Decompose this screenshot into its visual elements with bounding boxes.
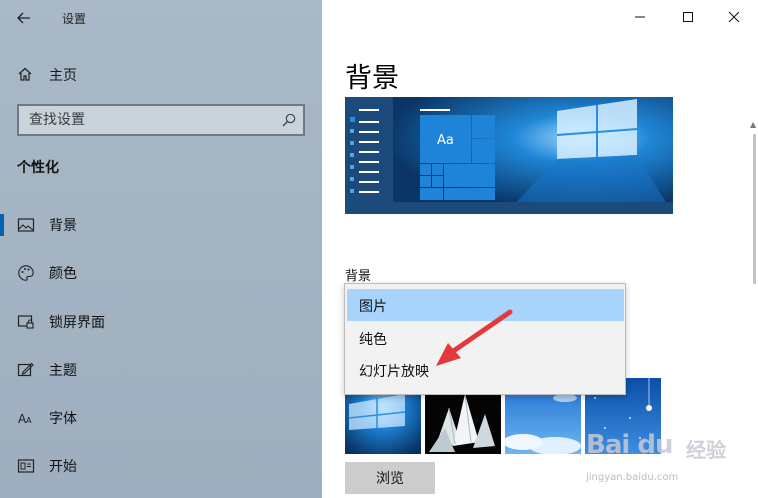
scroll-up-icon[interactable]: ▲	[750, 120, 756, 129]
watermark-brand: Bai du	[586, 430, 673, 460]
active-indicator	[0, 214, 4, 236]
search-input[interactable]	[19, 106, 303, 134]
baidu-watermark: Bai du 经验 jingyan.baidu.com	[580, 418, 750, 496]
home-label: 主页	[49, 68, 77, 84]
browse-button[interactable]: 浏览	[345, 462, 435, 494]
dropdown-option-label: 图片	[359, 299, 387, 315]
preview-tile-text: Aa	[437, 133, 454, 148]
close-button[interactable]	[712, 0, 756, 34]
watermark-brand-cn: 经验	[686, 438, 726, 462]
sidebar-item-themes[interactable]: 主题	[0, 349, 322, 389]
scroll-thumb[interactable]	[753, 134, 756, 284]
home-icon	[17, 66, 33, 86]
sidebar-item-lock-screen[interactable]: 锁屏界面	[0, 301, 322, 341]
sidebar: 设置 主页 个性化 背景 颜色 锁屏界面 主题	[0, 0, 322, 498]
sidebar-item-label: 背景	[49, 218, 77, 234]
sidebar-item-background[interactable]: 背景	[0, 204, 322, 244]
section-title: 个性化	[17, 160, 59, 176]
sidebar-item-label: 主题	[49, 363, 77, 379]
background-type-dropdown[interactable]: 图片 纯色 幻灯片放映	[344, 283, 626, 395]
home-nav-item[interactable]: 主页	[0, 58, 322, 90]
back-arrow-icon	[17, 12, 30, 24]
close-icon	[728, 11, 740, 23]
picture-icon	[17, 216, 35, 234]
start-icon	[17, 457, 35, 475]
scrollbar[interactable]: ▲	[750, 120, 758, 492]
minimize-icon	[635, 16, 645, 18]
desktop-preview: Aa	[345, 97, 673, 214]
background-type-label: 背景	[345, 269, 372, 284]
dropdown-option-label: 幻灯片放映	[359, 364, 429, 380]
preview-illustration	[345, 97, 673, 214]
title-bar: 设置	[0, 0, 322, 36]
dropdown-option-solid-color[interactable]: 纯色	[347, 322, 624, 354]
search-box[interactable]	[17, 104, 305, 136]
sidebar-item-label: 开始	[49, 459, 77, 475]
font-icon: AA	[17, 409, 35, 427]
dropdown-option-slideshow[interactable]: 幻灯片放映	[347, 354, 624, 386]
search-icon[interactable]	[281, 112, 297, 132]
maximize-icon	[683, 12, 693, 22]
watermark-url: jingyan.baidu.com	[586, 472, 679, 483]
sidebar-item-label: 颜色	[49, 266, 77, 282]
app-title: 设置	[62, 12, 87, 26]
dropdown-option-label: 纯色	[359, 332, 387, 348]
theme-icon	[17, 361, 35, 379]
back-button[interactable]	[10, 6, 38, 30]
minimize-button[interactable]	[618, 0, 662, 34]
sidebar-item-fonts[interactable]: AA 字体	[0, 397, 322, 437]
sidebar-item-label: 字体	[49, 411, 77, 427]
dropdown-option-picture[interactable]: 图片	[347, 289, 624, 321]
page-title: 背景	[345, 63, 399, 94]
palette-icon	[17, 264, 35, 282]
lock-screen-icon	[17, 313, 35, 331]
sidebar-item-label: 锁屏界面	[49, 315, 105, 331]
maximize-button[interactable]	[666, 0, 710, 34]
svg-text:A: A	[26, 416, 32, 425]
sidebar-item-colors[interactable]: 颜色	[0, 252, 322, 292]
sidebar-item-start[interactable]: 开始	[0, 445, 322, 485]
